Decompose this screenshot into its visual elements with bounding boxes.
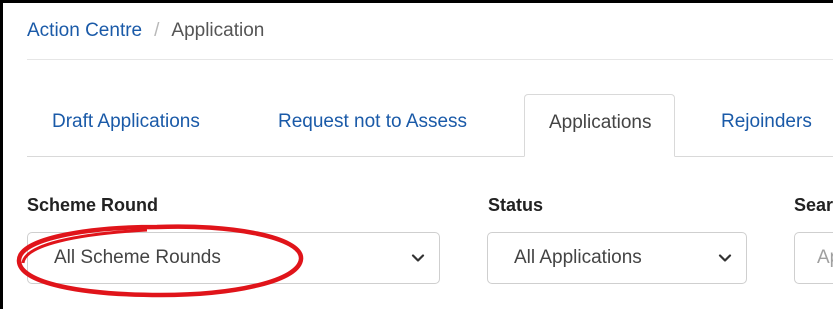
header-divider — [27, 59, 833, 60]
tab-request-not-to-assess[interactable]: Request not to Assess — [278, 111, 467, 145]
breadcrumb-separator: / — [154, 20, 160, 41]
search-input[interactable] — [794, 232, 833, 284]
scheme-round-value: All Scheme Rounds — [54, 247, 221, 268]
status-value: All Applications — [514, 247, 642, 268]
status-label: Status — [488, 195, 544, 215]
breadcrumb-action-centre[interactable]: Action Centre — [27, 20, 142, 42]
scheme-round-select[interactable]: All Scheme Rounds — [27, 232, 440, 284]
chevron-down-icon — [411, 254, 425, 262]
tabs-baseline — [27, 156, 833, 157]
tab-applications[interactable]: Applications — [524, 94, 676, 157]
chevron-down-icon — [718, 254, 732, 262]
breadcrumb-current: Application — [171, 20, 265, 41]
tab-draft-applications[interactable]: Draft Applications — [52, 111, 200, 145]
search-label: Sear — [794, 195, 833, 215]
application-page: Action Centre / Application Draft Applic… — [0, 0, 833, 309]
scheme-round-label: Scheme Round — [27, 195, 159, 215]
breadcrumb: Action Centre / Application — [27, 19, 264, 43]
tab-rejoinders[interactable]: Rejoinders — [721, 111, 812, 145]
status-select[interactable]: All Applications — [487, 232, 747, 284]
